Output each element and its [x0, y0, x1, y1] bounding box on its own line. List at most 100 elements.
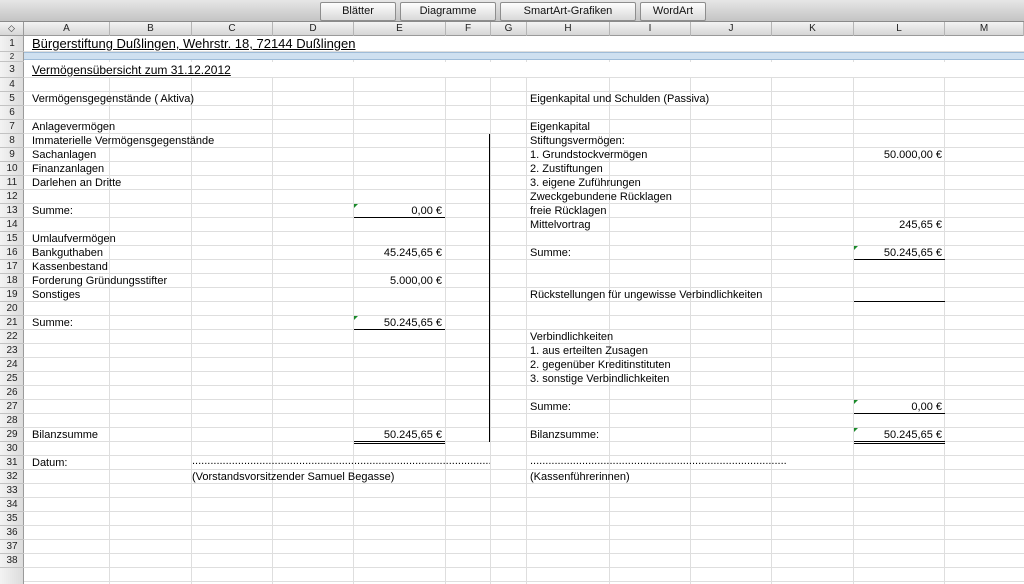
tab-smartart-grafiken[interactable]: SmartArt-Grafiken [500, 2, 636, 21]
tab-blaetter[interactable]: Blätter [320, 2, 396, 21]
row-header[interactable]: 26 [0, 386, 24, 400]
column-header-i[interactable]: I [610, 22, 691, 36]
row-header[interactable]: 4 [0, 78, 24, 92]
cell-h8[interactable]: Stiftungsvermögen: [530, 134, 625, 148]
cell-a19[interactable]: Sonstiges [32, 288, 80, 302]
cell-aktiva-header[interactable]: Vermögensgegenstände ( Aktiva) [32, 92, 194, 106]
row-header[interactable]: 3 [0, 62, 24, 78]
spreadsheet-grid[interactable]: Bürgerstiftung Dußlingen, Wehrstr. 18, 7… [24, 36, 1024, 584]
cell-l29[interactable]: 50.245,65 € [854, 428, 942, 442]
cell-passiva-header[interactable]: Eigenkapital und Schulden (Passiva) [530, 92, 709, 106]
cell-a17[interactable]: Kassenbestand [32, 260, 108, 274]
cell-h14[interactable]: Mittelvortrag [530, 218, 591, 232]
row-header[interactable]: 21 [0, 316, 24, 330]
column-header-f[interactable]: F [446, 22, 491, 36]
cell-l16[interactable]: 50.245,65 € [854, 246, 942, 260]
column-header-a[interactable]: A [24, 22, 110, 36]
cell-a13[interactable]: Summe: [32, 204, 73, 218]
cell-e21[interactable]: 50.245,65 € [354, 316, 442, 330]
tab-wordart[interactable]: WordArt [640, 2, 706, 21]
cell-a10[interactable]: Finanzanlagen [32, 162, 104, 176]
row-header[interactable]: 17 [0, 260, 24, 274]
cell-h19[interactable]: Rückstellungen für ungewisse Verbindlich… [530, 288, 762, 302]
cell-a16[interactable]: Bankguthaben [32, 246, 103, 260]
cell-h9[interactable]: 1. Grundstockvermögen [530, 148, 647, 162]
row-header[interactable]: 28 [0, 414, 24, 428]
row-header[interactable]: 33 [0, 484, 24, 498]
cell-h12[interactable]: Zweckgebundene Rücklagen [530, 190, 672, 204]
cell-a21[interactable]: Summe: [32, 316, 73, 330]
select-all-corner[interactable]: ◇ [0, 22, 24, 36]
row-header[interactable]: 36 [0, 526, 24, 540]
row-header[interactable]: 22 [0, 330, 24, 344]
row-header[interactable]: 37 [0, 540, 24, 554]
row-header[interactable]: 19 [0, 288, 24, 302]
cell-h27[interactable]: Summe: [530, 400, 571, 414]
row-header[interactable]: 38 [0, 554, 24, 568]
cell-e13[interactable]: 0,00 € [354, 204, 442, 218]
row-header[interactable]: 35 [0, 512, 24, 526]
cell-a8[interactable]: Immaterielle Vermögensgegenstände [32, 134, 214, 148]
cell-a18[interactable]: Forderung Gründungsstifter [32, 274, 167, 288]
cell-a7[interactable]: Anlagevermögen [32, 120, 115, 134]
row-header[interactable]: 7 [0, 120, 24, 134]
row-header[interactable]: 12 [0, 190, 24, 204]
cell-a9[interactable]: Sachanlagen [32, 148, 96, 162]
cell-h7[interactable]: Eigenkapital [530, 120, 590, 134]
column-header-d[interactable]: D [273, 22, 354, 36]
row-header[interactable]: 20 [0, 302, 24, 316]
row-header[interactable]: 11 [0, 176, 24, 190]
row-header[interactable]: 29 [0, 428, 24, 442]
cell-h10[interactable]: 2. Zustiftungen [530, 162, 603, 176]
row-header[interactable]: 8 [0, 134, 24, 148]
cell-h16[interactable]: Summe: [530, 246, 571, 260]
cell-l9[interactable]: 50.000,00 € [854, 148, 942, 162]
row-header[interactable]: 25 [0, 372, 24, 386]
cell-a11[interactable]: Darlehen an Dritte [32, 176, 121, 190]
column-header-j[interactable]: J [691, 22, 772, 36]
cell-a29[interactable]: Bilanzsumme [32, 428, 98, 442]
cell-h13[interactable]: freie Rücklagen [530, 204, 606, 218]
row-header[interactable]: 24 [0, 358, 24, 372]
cell-e29[interactable]: 50.245,65 € [354, 428, 442, 442]
row-header[interactable]: 18 [0, 274, 24, 288]
column-header-g[interactable]: G [491, 22, 527, 36]
column-header-k[interactable]: K [772, 22, 854, 36]
cell-e16[interactable]: 45.245,65 € [354, 246, 442, 260]
cell-l27[interactable]: 0,00 € [854, 400, 942, 414]
column-header-b[interactable]: B [110, 22, 192, 36]
sheet-title[interactable]: Bürgerstiftung Dußlingen, Wehrstr. 18, 7… [32, 36, 356, 52]
row-header[interactable]: 34 [0, 498, 24, 512]
row-header[interactable]: 1 [0, 36, 24, 52]
cell-h25[interactable]: 3. sonstige Verbindlichkeiten [530, 372, 669, 386]
column-header-e[interactable]: E [354, 22, 446, 36]
column-header-c[interactable]: C [192, 22, 273, 36]
row-header[interactable]: 2 [0, 52, 24, 62]
tab-diagramme[interactable]: Diagramme [400, 2, 496, 21]
cell-h29[interactable]: Bilanzsumme: [530, 428, 599, 442]
row-header[interactable]: 13 [0, 204, 24, 218]
sheet-subtitle[interactable]: Vermögensübersicht zum 31.12.2012 [32, 62, 231, 78]
cell-e18[interactable]: 5.000,00 € [354, 274, 442, 288]
row-header[interactable]: 15 [0, 232, 24, 246]
column-header-h[interactable]: H [527, 22, 610, 36]
row-header[interactable]: 23 [0, 344, 24, 358]
row-header[interactable]: 27 [0, 400, 24, 414]
cell-c32[interactable]: (Vorstandsvorsitzender Samuel Begasse) [192, 470, 394, 484]
row-header[interactable]: 14 [0, 218, 24, 232]
cell-h24[interactable]: 2. gegenüber Kreditinstituten [530, 358, 671, 372]
cell-h11[interactable]: 3. eigene Zuführungen [530, 176, 641, 190]
row-header[interactable]: 30 [0, 442, 24, 456]
cell-h22[interactable]: Verbindlichkeiten [530, 330, 613, 344]
column-header-l[interactable]: L [854, 22, 945, 36]
cell-a15[interactable]: Umlaufvermögen [32, 232, 116, 246]
cell-a31[interactable]: Datum: [32, 456, 67, 470]
cell-l14[interactable]: 245,65 € [854, 218, 942, 232]
column-header-m[interactable]: M [945, 22, 1024, 36]
row-header[interactable]: 9 [0, 148, 24, 162]
cell-h32[interactable]: (Kassenführerinnen) [530, 470, 630, 484]
row-header[interactable]: 6 [0, 106, 24, 120]
row-header[interactable]: 16 [0, 246, 24, 260]
cell-h23[interactable]: 1. aus erteilten Zusagen [530, 344, 648, 358]
row-header[interactable]: 31 [0, 456, 24, 470]
